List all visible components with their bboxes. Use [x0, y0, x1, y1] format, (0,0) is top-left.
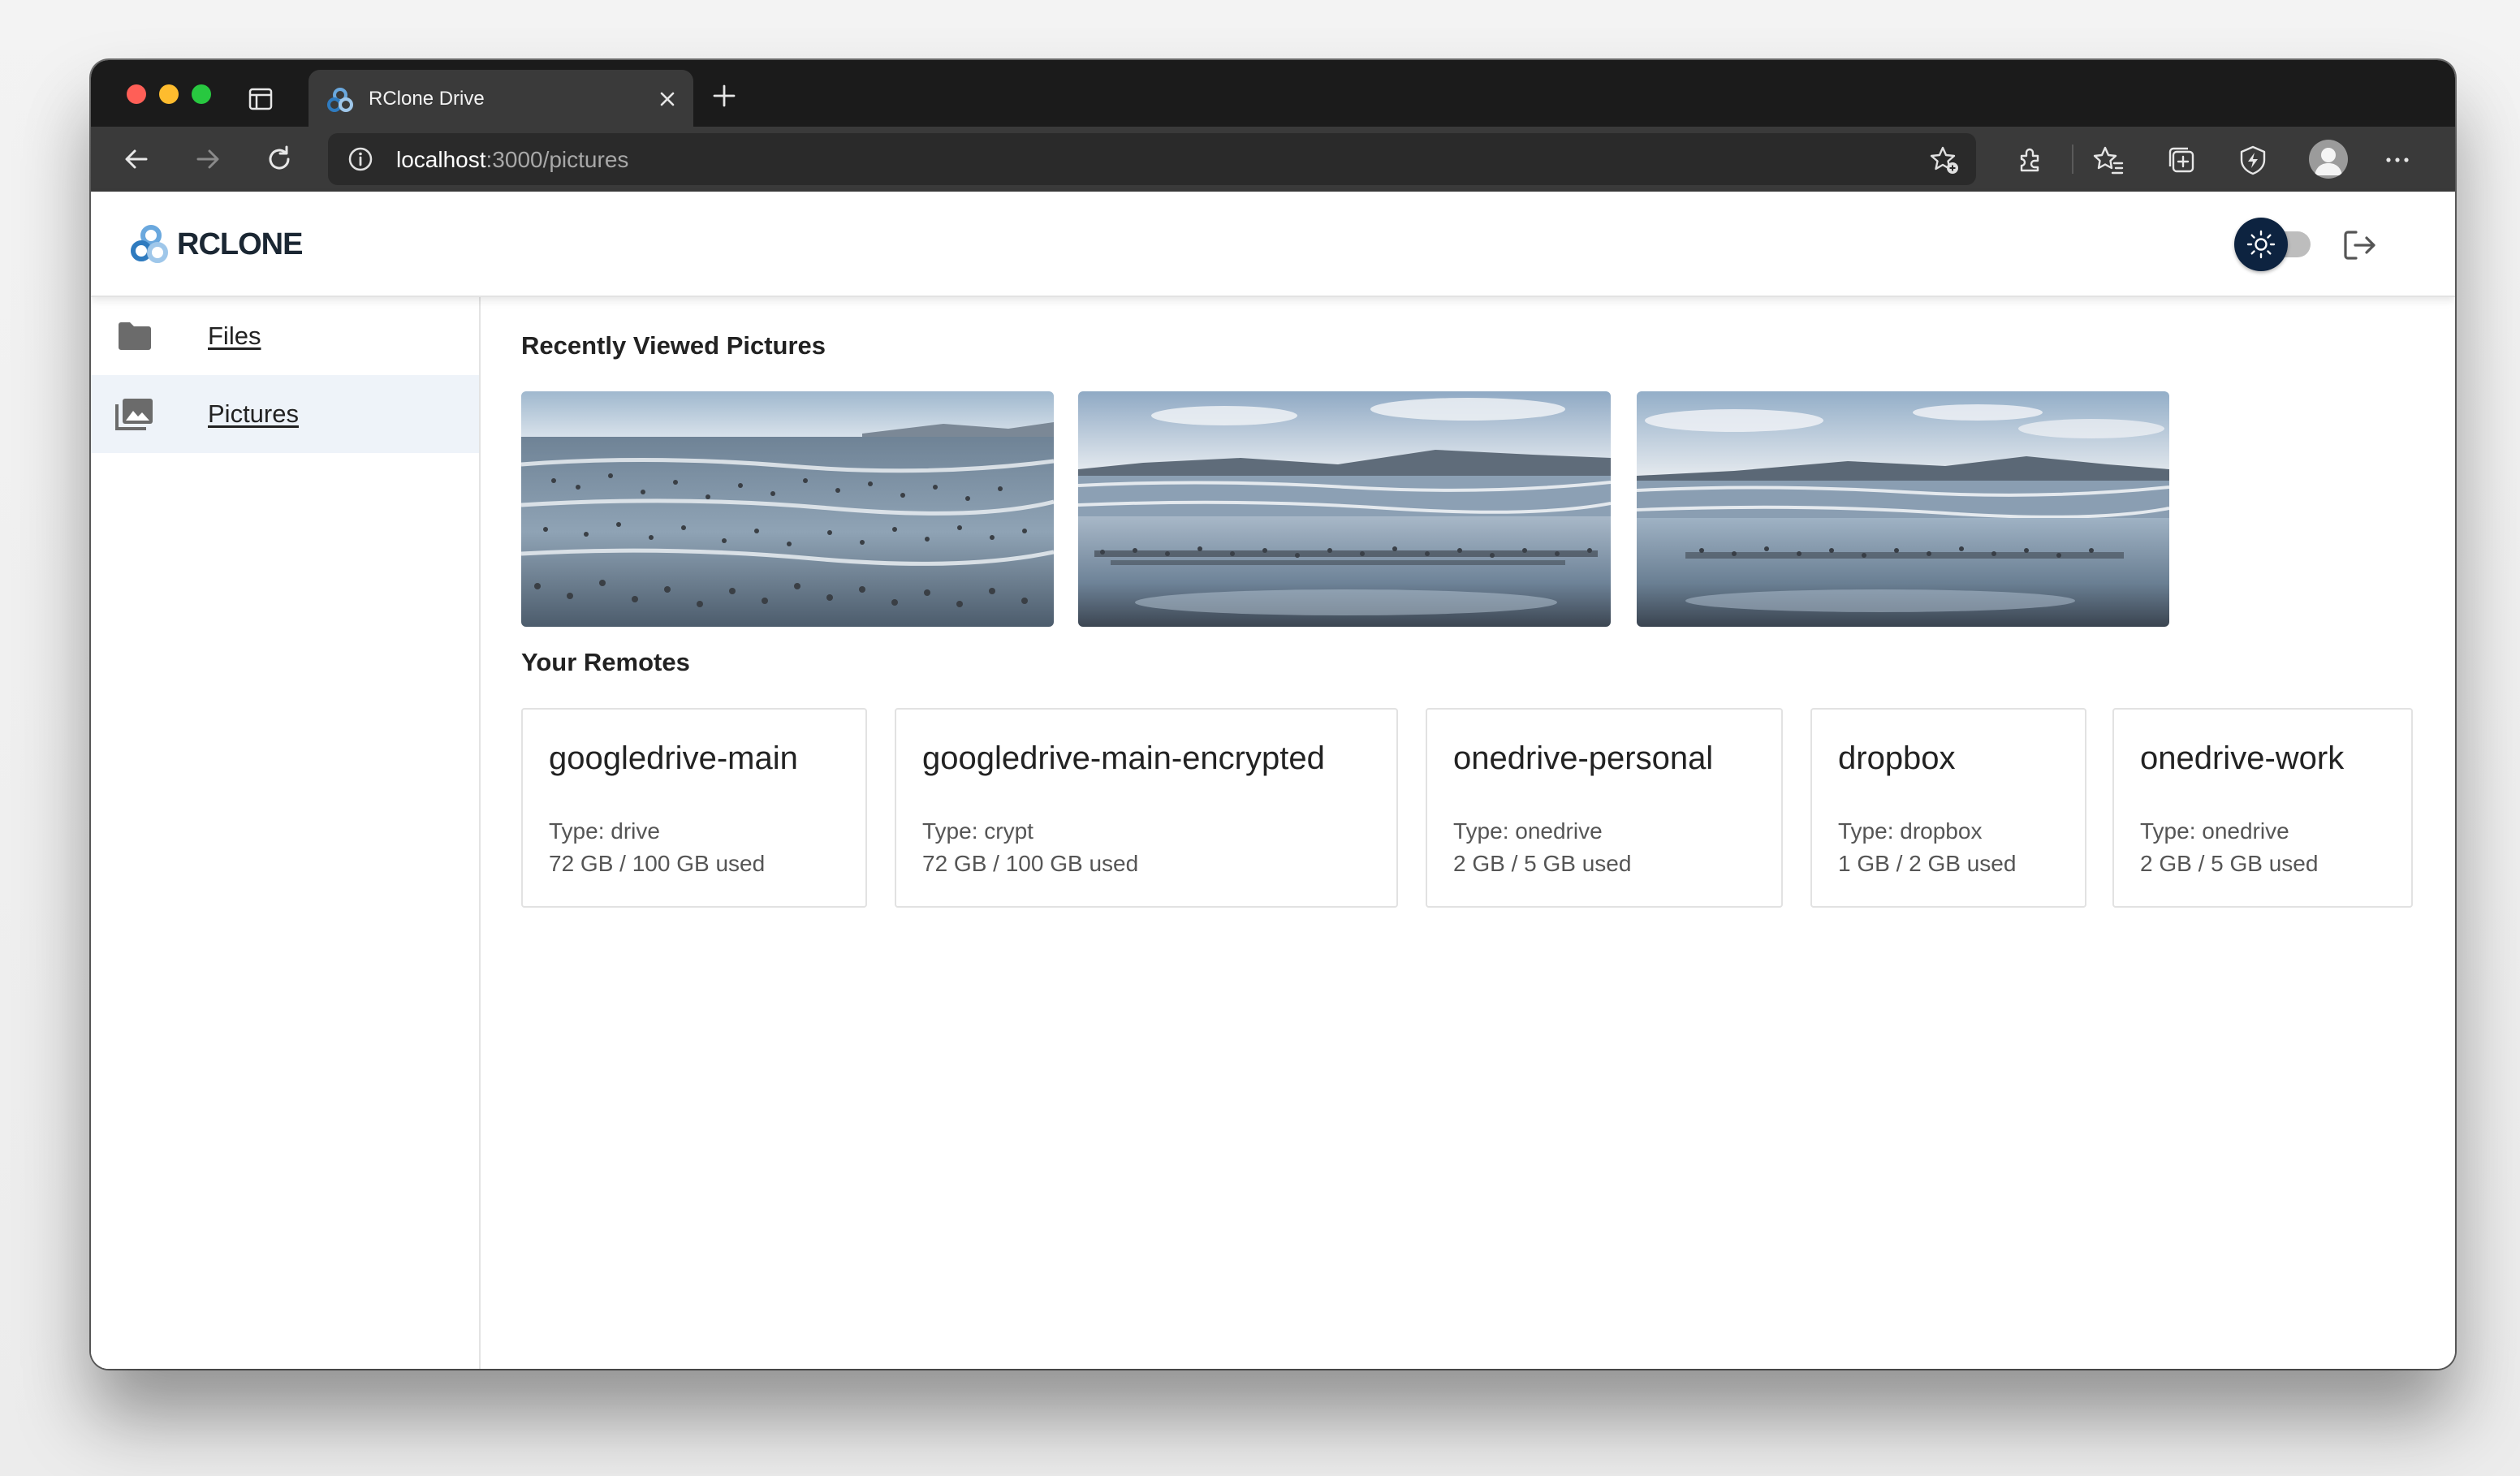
- maximize-window-button[interactable]: [192, 84, 211, 104]
- remote-type: Type: drive: [549, 818, 660, 844]
- rclone-logo-icon: [131, 225, 168, 263]
- folder-icon: [115, 320, 154, 352]
- logout-icon[interactable]: [2340, 226, 2379, 265]
- remote-name: googledrive-main: [549, 740, 798, 776]
- profile-avatar[interactable]: [2309, 140, 2348, 179]
- browser-window: RClone Drive localhost:3000/pictures RCL…: [91, 60, 2455, 1369]
- collections-icon[interactable]: [2166, 145, 2197, 175]
- rclone-logo[interactable]: RCLONE: [128, 222, 303, 266]
- remote-name: onedrive-personal: [1453, 740, 1714, 776]
- close-window-button[interactable]: [127, 84, 146, 104]
- remote-card[interactable]: dropbox Type: dropbox 1 GB / 2 GB used: [1810, 708, 2086, 908]
- remote-usage: 2 GB / 5 GB used: [1453, 851, 1632, 876]
- tab-title: RClone Drive: [369, 88, 485, 110]
- address-bar[interactable]: localhost:3000/pictures: [328, 133, 1976, 185]
- toolbar-separator: [2072, 145, 2073, 174]
- app-header: RCLONE: [91, 192, 2455, 297]
- browser-tab[interactable]: RClone Drive: [309, 70, 693, 127]
- tab-strip: RClone Drive: [91, 60, 2455, 127]
- remote-card[interactable]: onedrive-work Type: onedrive 2 GB / 5 GB…: [2112, 708, 2413, 908]
- remote-usage: 2 GB / 5 GB used: [2140, 851, 2319, 876]
- sidebar-item-label: Pictures: [208, 399, 299, 428]
- remote-type: Type: onedrive: [2140, 818, 2289, 844]
- recent-pictures-title: Recently Viewed Pictures: [521, 331, 826, 360]
- theme-toggle[interactable]: [2234, 218, 2315, 271]
- sun-icon: [2246, 230, 2276, 259]
- remote-card[interactable]: googledrive-main Type: drive 72 GB / 100…: [521, 708, 867, 908]
- forward-arrow-icon[interactable]: [192, 143, 224, 175]
- rclone-app: RCLONE Files Pictures Recently Viewed Pi…: [91, 192, 2455, 1369]
- more-options-icon[interactable]: [2382, 145, 2413, 175]
- url-path: :3000/pictures: [485, 147, 629, 172]
- rclone-favicon-icon: [326, 87, 354, 114]
- remote-type: Type: onedrive: [1453, 818, 1603, 844]
- sidebar-item-label: Files: [208, 322, 261, 350]
- close-tab-icon[interactable]: [656, 88, 679, 110]
- remote-usage: 1 GB / 2 GB used: [1838, 851, 2017, 876]
- site-info-icon[interactable]: [347, 146, 373, 172]
- add-favorite-icon[interactable]: [1929, 145, 1960, 175]
- remote-name: dropbox: [1838, 740, 1956, 776]
- remote-name: onedrive-work: [2140, 740, 2345, 776]
- sidebar: Files Pictures: [91, 297, 481, 1369]
- favorites-icon[interactable]: [2093, 145, 2124, 175]
- remotes-title: Your Remotes: [521, 648, 690, 676]
- toggle-thumb: [2234, 218, 2288, 271]
- remote-card[interactable]: googledrive-main-encrypted Type: crypt 7…: [895, 708, 1398, 908]
- main-content: Recently Viewed Pictures Your Remotes go…: [482, 297, 2455, 1369]
- reload-icon[interactable]: [263, 143, 296, 175]
- sidebar-item-files[interactable]: Files: [91, 297, 479, 375]
- remote-card[interactable]: onedrive-personal Type: onedrive 2 GB / …: [1426, 708, 1783, 908]
- minimize-window-button[interactable]: [159, 84, 179, 104]
- tab-actions-icon[interactable]: [248, 88, 273, 110]
- recent-picture-thumbnail[interactable]: [521, 391, 1054, 627]
- browser-toolbar: localhost:3000/pictures: [91, 127, 2455, 192]
- recent-picture-thumbnail[interactable]: [1637, 391, 2169, 627]
- recent-picture-thumbnail[interactable]: [1078, 391, 1611, 627]
- remote-type: Type: dropbox: [1838, 818, 1983, 844]
- back-arrow-icon[interactable]: [120, 143, 153, 175]
- remote-usage: 72 GB / 100 GB used: [922, 851, 1139, 876]
- remote-type: Type: crypt: [922, 818, 1033, 844]
- remote-name: googledrive-main-encrypted: [922, 740, 1325, 776]
- photo-library-icon: [115, 398, 154, 430]
- sidebar-item-pictures[interactable]: Pictures: [91, 375, 479, 453]
- browser-essentials-icon[interactable]: [2237, 145, 2268, 175]
- url-text: localhost:3000/pictures: [396, 147, 628, 173]
- logo-text: RCLONE: [177, 227, 303, 261]
- remote-usage: 72 GB / 100 GB used: [549, 851, 766, 876]
- new-tab-icon[interactable]: [711, 83, 737, 109]
- extensions-icon[interactable]: [2015, 145, 2046, 175]
- url-host: localhost: [396, 147, 486, 172]
